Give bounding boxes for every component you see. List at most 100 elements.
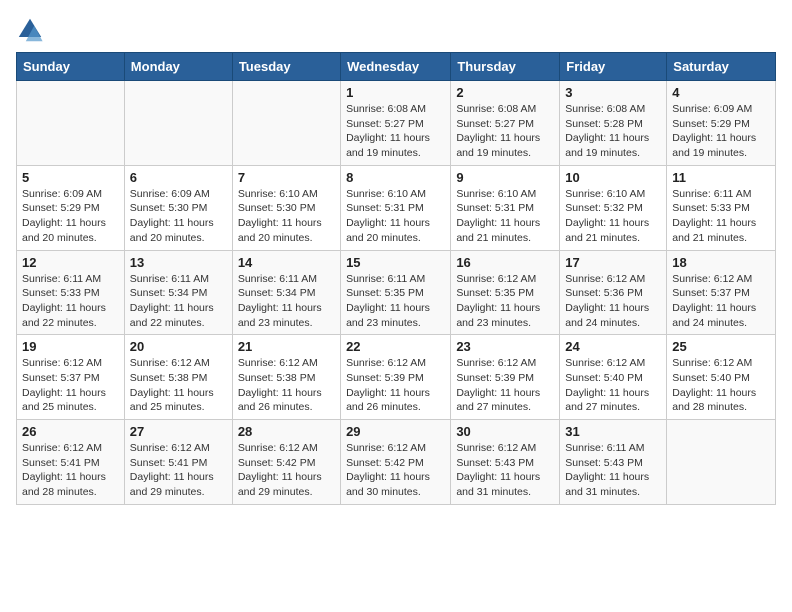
day-number: 16 [456, 255, 554, 270]
day-number: 2 [456, 85, 554, 100]
week-row-2: 12Sunrise: 6:11 AM Sunset: 5:33 PM Dayli… [17, 250, 776, 335]
day-number: 26 [22, 424, 119, 439]
day-info: Sunrise: 6:08 AM Sunset: 5:27 PM Dayligh… [346, 102, 445, 161]
day-number: 31 [565, 424, 661, 439]
day-info: Sunrise: 6:12 AM Sunset: 5:41 PM Dayligh… [130, 441, 227, 500]
day-number: 12 [22, 255, 119, 270]
day-info: Sunrise: 6:11 AM Sunset: 5:34 PM Dayligh… [238, 272, 335, 331]
day-info: Sunrise: 6:12 AM Sunset: 5:37 PM Dayligh… [22, 356, 119, 415]
day-info: Sunrise: 6:12 AM Sunset: 5:40 PM Dayligh… [565, 356, 661, 415]
logo [16, 16, 48, 44]
day-number: 30 [456, 424, 554, 439]
page-header [16, 16, 776, 44]
calendar-cell: 6Sunrise: 6:09 AM Sunset: 5:30 PM Daylig… [124, 165, 232, 250]
calendar-cell: 11 Sunrise: 6:11 AM Sunset: 5:33 PM Dayli… [667, 165, 776, 250]
weekday-header-saturday: Saturday [667, 53, 776, 81]
day-number: 28 [238, 424, 335, 439]
day-number: 21 [238, 339, 335, 354]
weekday-header-thursday: Thursday [451, 53, 560, 81]
day-info: Sunrise: 6:08 AM Sunset: 5:28 PM Dayligh… [565, 102, 661, 161]
day-info: Sunrise: 6:09 AM Sunset: 5:29 PM Dayligh… [22, 187, 119, 246]
day-number: 11 [672, 170, 770, 185]
calendar-cell: 4 Sunrise: 6:09 AM Sunset: 5:29 PM Daylig… [667, 81, 776, 166]
day-number: 8 [346, 170, 445, 185]
calendar-cell: 22 Sunrise: 6:12 AM Sunset: 5:39 PM Dayli… [341, 335, 451, 420]
day-info: Sunrise: 6:12 AM Sunset: 5:37 PM Dayligh… [672, 272, 770, 331]
day-info: Sunrise: 6:12 AM Sunset: 5:43 PM Dayligh… [456, 441, 554, 500]
day-info: Sunrise: 6:08 AM Sunset: 5:27 PM Dayligh… [456, 102, 554, 161]
day-info: Sunrise: 6:09 AM Sunset: 5:30 PM Dayligh… [130, 187, 227, 246]
day-info: Sunrise: 6:12 AM Sunset: 5:36 PM Dayligh… [565, 272, 661, 331]
day-info: Sunrise: 6:11 AM Sunset: 5:33 PM Dayligh… [672, 187, 770, 246]
day-number: 3 [565, 85, 661, 100]
day-number: 9 [456, 170, 554, 185]
day-info: Sunrise: 6:12 AM Sunset: 5:42 PM Dayligh… [238, 441, 335, 500]
day-info: Sunrise: 6:12 AM Sunset: 5:38 PM Dayligh… [130, 356, 227, 415]
calendar-cell [232, 81, 340, 166]
day-number: 18 [672, 255, 770, 270]
weekday-header-tuesday: Tuesday [232, 53, 340, 81]
weekday-header-monday: Monday [124, 53, 232, 81]
calendar-cell: 18 Sunrise: 6:12 AM Sunset: 5:37 PM Dayli… [667, 250, 776, 335]
day-number: 13 [130, 255, 227, 270]
day-number: 23 [456, 339, 554, 354]
day-info: Sunrise: 6:12 AM Sunset: 5:35 PM Dayligh… [456, 272, 554, 331]
calendar-cell: 20 Sunrise: 6:12 AM Sunset: 5:38 PM Dayli… [124, 335, 232, 420]
calendar-cell: 28 Sunrise: 6:12 AM Sunset: 5:42 PM Dayli… [232, 420, 340, 505]
calendar-cell: 14 Sunrise: 6:11 AM Sunset: 5:34 PM Dayli… [232, 250, 340, 335]
calendar-cell [124, 81, 232, 166]
calendar-cell: 30 Sunrise: 6:12 AM Sunset: 5:43 PM Dayli… [451, 420, 560, 505]
day-info: Sunrise: 6:12 AM Sunset: 5:42 PM Dayligh… [346, 441, 445, 500]
day-number: 24 [565, 339, 661, 354]
week-row-3: 19 Sunrise: 6:12 AM Sunset: 5:37 PM Dayli… [17, 335, 776, 420]
calendar-cell: 8Sunrise: 6:10 AM Sunset: 5:31 PM Daylig… [341, 165, 451, 250]
calendar-cell: 10 Sunrise: 6:10 AM Sunset: 5:32 PM Dayli… [560, 165, 667, 250]
calendar-cell: 25 Sunrise: 6:12 AM Sunset: 5:40 PM Dayli… [667, 335, 776, 420]
day-info: Sunrise: 6:10 AM Sunset: 5:32 PM Dayligh… [565, 187, 661, 246]
day-number: 14 [238, 255, 335, 270]
day-number: 20 [130, 339, 227, 354]
calendar-cell: 9 Sunrise: 6:10 AM Sunset: 5:31 PM Daylig… [451, 165, 560, 250]
calendar-cell: 12Sunrise: 6:11 AM Sunset: 5:33 PM Dayli… [17, 250, 125, 335]
logo-icon [16, 16, 44, 44]
weekday-header-wednesday: Wednesday [341, 53, 451, 81]
calendar-cell [667, 420, 776, 505]
day-number: 27 [130, 424, 227, 439]
calendar-cell: 15Sunrise: 6:11 AM Sunset: 5:35 PM Dayli… [341, 250, 451, 335]
calendar-cell: 17 Sunrise: 6:12 AM Sunset: 5:36 PM Dayli… [560, 250, 667, 335]
day-number: 22 [346, 339, 445, 354]
day-number: 7 [238, 170, 335, 185]
day-number: 10 [565, 170, 661, 185]
day-info: Sunrise: 6:10 AM Sunset: 5:31 PM Dayligh… [456, 187, 554, 246]
weekday-header-sunday: Sunday [17, 53, 125, 81]
calendar-cell: 5Sunrise: 6:09 AM Sunset: 5:29 PM Daylig… [17, 165, 125, 250]
calendar-cell: 27 Sunrise: 6:12 AM Sunset: 5:41 PM Dayli… [124, 420, 232, 505]
calendar-cell: 19 Sunrise: 6:12 AM Sunset: 5:37 PM Dayli… [17, 335, 125, 420]
week-row-4: 26 Sunrise: 6:12 AM Sunset: 5:41 PM Dayli… [17, 420, 776, 505]
calendar-cell: 1 Sunrise: 6:08 AM Sunset: 5:27 PM Daylig… [341, 81, 451, 166]
day-number: 1 [346, 85, 445, 100]
calendar-cell: 31 Sunrise: 6:11 AM Sunset: 5:43 PM Dayli… [560, 420, 667, 505]
calendar-cell: 7 Sunrise: 6:10 AM Sunset: 5:30 PM Daylig… [232, 165, 340, 250]
calendar-cell: 23Sunrise: 6:12 AM Sunset: 5:39 PM Dayli… [451, 335, 560, 420]
day-info: Sunrise: 6:12 AM Sunset: 5:39 PM Dayligh… [346, 356, 445, 415]
day-info: Sunrise: 6:11 AM Sunset: 5:34 PM Dayligh… [130, 272, 227, 331]
calendar-cell: 16 Sunrise: 6:12 AM Sunset: 5:35 PM Dayli… [451, 250, 560, 335]
day-number: 29 [346, 424, 445, 439]
calendar-cell: 21 Sunrise: 6:12 AM Sunset: 5:38 PM Dayli… [232, 335, 340, 420]
day-info: Sunrise: 6:12 AM Sunset: 5:38 PM Dayligh… [238, 356, 335, 415]
week-row-1: 5Sunrise: 6:09 AM Sunset: 5:29 PM Daylig… [17, 165, 776, 250]
day-info: Sunrise: 6:10 AM Sunset: 5:30 PM Dayligh… [238, 187, 335, 246]
day-info: Sunrise: 6:11 AM Sunset: 5:43 PM Dayligh… [565, 441, 661, 500]
day-number: 17 [565, 255, 661, 270]
day-number: 19 [22, 339, 119, 354]
calendar-table: SundayMondayTuesdayWednesdayThursdayFrid… [16, 52, 776, 505]
calendar-cell: 26Sunrise: 6:12 AM Sunset: 5:41 PM Dayli… [17, 420, 125, 505]
calendar-cell: 29 Sunrise: 6:12 AM Sunset: 5:42 PM Dayli… [341, 420, 451, 505]
day-info: Sunrise: 6:09 AM Sunset: 5:29 PM Dayligh… [672, 102, 770, 161]
week-row-0: 1 Sunrise: 6:08 AM Sunset: 5:27 PM Daylig… [17, 81, 776, 166]
day-number: 25 [672, 339, 770, 354]
day-info: Sunrise: 6:12 AM Sunset: 5:40 PM Dayligh… [672, 356, 770, 415]
calendar-cell: 24 Sunrise: 6:12 AM Sunset: 5:40 PM Dayli… [560, 335, 667, 420]
day-number: 4 [672, 85, 770, 100]
